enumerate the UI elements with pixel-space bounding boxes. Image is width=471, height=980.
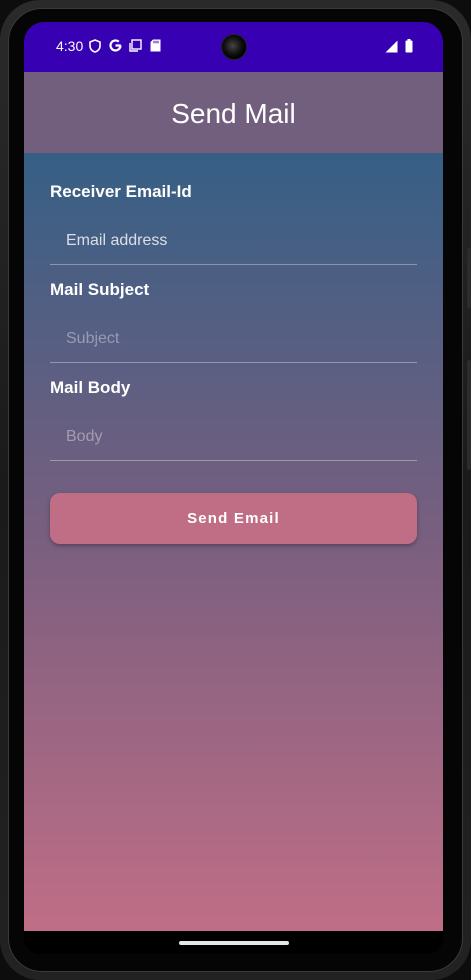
receiver-email-label: Receiver Email-Id — [50, 182, 192, 201]
app-bar: Send Mail — [24, 72, 443, 153]
status-icons-left — [88, 39, 162, 53]
google-icon — [108, 39, 122, 53]
page-title: Send Mail — [171, 98, 296, 129]
front-camera — [221, 34, 247, 60]
mail-subject-input[interactable] — [50, 315, 417, 363]
sd-card-icon — [148, 39, 162, 53]
receiver-email-input[interactable] — [50, 217, 417, 265]
home-indicator[interactable] — [179, 941, 289, 945]
signal-icon — [385, 40, 398, 58]
power-button — [467, 360, 471, 470]
status-icons-right — [385, 39, 413, 58]
status-bar: 4:30 — [24, 22, 443, 72]
mail-subject-label: Mail Subject — [50, 280, 150, 299]
status-time: 4:30 — [56, 38, 84, 54]
battery-icon — [405, 39, 413, 58]
mail-body-input[interactable] — [50, 413, 417, 461]
mail-body-label: Mail Body — [50, 378, 131, 397]
send-email-button[interactable]: Send Email — [50, 493, 417, 544]
mail-form: Receiver Email-Id Mail Subject Mail Body… — [24, 153, 443, 931]
volume-button — [467, 248, 471, 308]
screen: 4:30 Send Mail Receiver Email-Id Email a… — [24, 22, 443, 954]
phone-frame: 4:30 Send Mail Receiver Email-Id Email a… — [0, 0, 471, 980]
navigation-bar — [24, 931, 443, 954]
shield-icon — [88, 39, 102, 53]
screenshot-icon — [128, 39, 142, 53]
